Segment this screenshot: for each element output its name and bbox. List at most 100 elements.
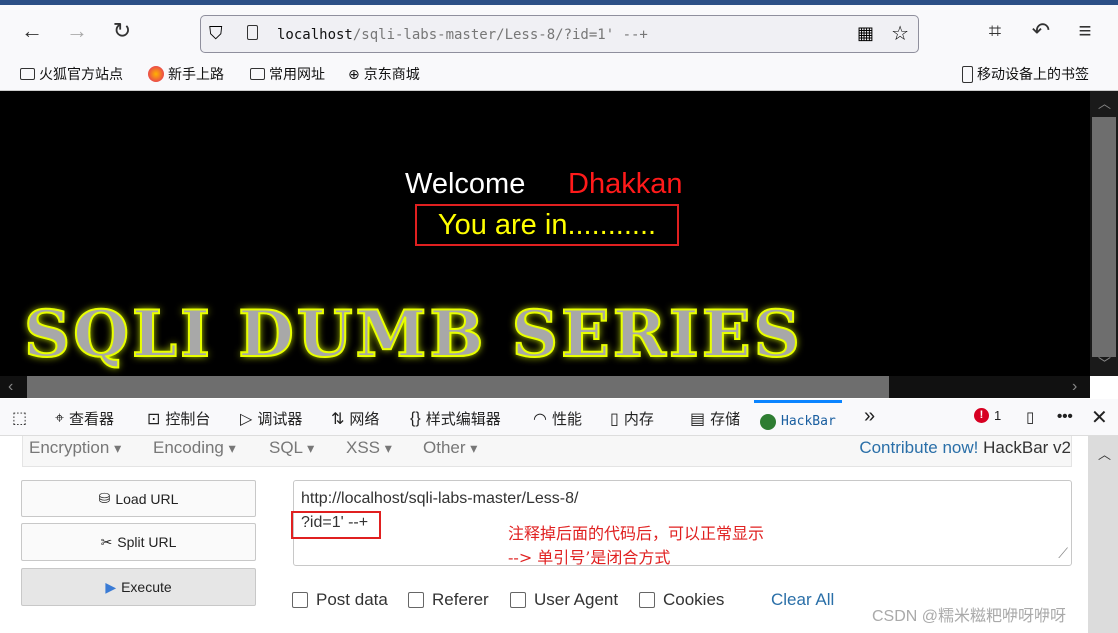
folder-icon [250,68,265,80]
element-picker-icon[interactable]: ⬚ [12,408,27,428]
more-tabs-icon[interactable]: » [864,405,875,428]
tab-debugger[interactable]: ▷ 调试器 [240,408,302,429]
qrcode-icon[interactable]: ▦ [857,23,874,44]
bookmark-label: 常用网址 [269,66,325,82]
storage-icon: ▤ [690,410,706,428]
tab-label: 查看器 [69,411,115,428]
checkbox-label: Cookies [663,590,725,609]
reload-icon[interactable]: ↻ [109,19,135,43]
close-icon[interactable]: ✕ [1091,405,1108,430]
console-icon: ⊡ [147,410,161,428]
menu-label: Encoding [153,438,224,457]
user-agent-checkbox[interactable]: User Agent [510,590,618,610]
button-label: Split URL [117,534,177,550]
bookmark-item[interactable]: 新手上路 [148,64,224,84]
debugger-icon: ▷ [240,410,253,428]
tab-performance[interactable]: ◠ 性能 [533,408,582,429]
tab-label: 性能 [551,411,582,428]
back-icon[interactable]: ← [19,19,45,43]
network-icon: ⇅ [331,410,345,428]
load-url-button[interactable]: ⛁ Load URL [21,480,256,517]
menu-label: Encryption [29,438,110,457]
horizontal-scroll-thumb[interactable] [27,376,889,398]
status-message: You are in........... [415,204,679,246]
user-name: Dhakkan [568,168,683,200]
cookies-checkbox[interactable]: Cookies [639,590,724,610]
braces-icon: {} [410,409,421,427]
menu-encryption[interactable]: Encryption ▾ [29,438,121,458]
referer-checkbox[interactable]: Referer [408,590,489,610]
menu-other[interactable]: Other ▾ [423,438,477,458]
bookmark-label: 火狐官方站点 [39,66,123,82]
bookmark-label: 京东商城 [363,66,420,82]
split-url-button[interactable]: ✂ Split URL [21,523,256,561]
checkbox-label: Referer [432,590,489,609]
tab-console[interactable]: ⊡ 控制台 [147,408,210,429]
hackbar-menu: Encryption ▾ Encoding ▾ SQL ▾ XSS ▾ Othe… [22,436,1072,467]
checkbox-label: User Agent [534,590,619,609]
tab-label: 调试器 [257,411,303,428]
error-icon: ! [974,408,989,423]
folder-icon [20,68,35,80]
checkbox-label: Post data [316,590,388,609]
bookmark-item[interactable]: 常用网址 [250,64,325,84]
tab-label: 网络 [349,411,380,428]
play-icon: ▶ [105,578,117,595]
url-line-1: http://localhost/sqli-labs-master/Less-8… [301,490,579,507]
star-icon[interactable]: ☆ [891,21,909,46]
tab-inspector[interactable]: ⌖ 查看器 [55,408,114,429]
tab-label: 存储 [710,411,741,428]
error-count[interactable]: ! 1 [974,408,1001,423]
page-icon [247,25,258,40]
menu-sql[interactable]: SQL ▾ [269,438,314,458]
devtools-toolbar: ⬚ ⌖ 查看器 ⊡ 控制台 ▷ 调试器 ⇅ 网络 {} 样式编辑器 ◠ 性能 ▯ 内存 ▤ 存储… [0,399,1118,436]
menu-xss[interactable]: XSS ▾ [346,438,392,458]
tab-network[interactable]: ⇅ 网络 [331,408,379,429]
tab-storage[interactable]: ▤ 存储 [690,408,740,429]
watermark: CSDN @糯米糍粑咿呀咿呀 [872,608,1067,625]
vertical-scroll-thumb[interactable] [1092,117,1116,357]
mobile-bookmarks[interactable]: 移动设备上的书签 [962,64,1089,84]
menu-icon[interactable]: ≡ [1072,19,1098,43]
firefox-icon [148,66,164,82]
more-options-icon[interactable]: ••• [1057,408,1073,425]
gauge-icon: ◠ [533,410,547,428]
bookmark-label: 新手上路 [168,66,224,82]
tab-label: HackBar [781,414,836,429]
crop-icon[interactable]: ⌗ [982,19,1008,43]
hackbar-scrollbar[interactable]: ︿ [1088,436,1118,633]
url-host: localhost [277,27,353,43]
bookmark-item[interactable]: 火狐官方站点 [20,64,123,84]
url-bar[interactable]: ⛉ localhost/sqli-labs-master/Less-8/?id=… [200,15,919,53]
hackbar-icon [760,413,776,430]
forward-icon[interactable]: → [64,19,90,43]
clear-all-link[interactable]: Clear All [771,590,834,610]
tab-label: 样式编辑器 [425,411,501,428]
scissors-icon: ✂ [100,533,113,550]
menu-label: SQL [269,438,303,457]
globe-icon: ⊕ [348,65,360,82]
undo-icon[interactable]: ↶ [1028,19,1054,43]
error-count-label: 1 [994,408,1002,423]
memory-icon: ▯ [610,410,619,428]
load-icon: ⛁ [98,490,111,506]
contribute-link[interactable]: Contribute now! [859,438,978,457]
tab-memory[interactable]: ▯ 内存 [610,408,654,429]
nav-bar: ← → ↻ ⛉ localhost/sqli-labs-master/Less-… [0,5,1118,57]
execute-button[interactable]: ▶ Execute [21,568,256,606]
hackbar-version: HackBar v2 [983,438,1071,457]
menu-label: Other [423,438,466,457]
url-path: /sqli-labs-master/Less-8/?id=1' --+ [352,27,648,43]
tab-hackbar[interactable]: HackBar [754,400,842,435]
tab-style-editor[interactable]: {} 样式编辑器 [410,408,501,429]
bookmark-label: 移动设备上的书签 [977,66,1089,82]
menu-label: XSS [346,438,381,457]
responsive-icon[interactable]: ▯ [1026,408,1034,426]
menu-encoding[interactable]: Encoding ▾ [153,438,236,458]
post-data-checkbox[interactable]: Post data [292,590,388,610]
banner-logo: SQLI DUMB SERIES [23,297,803,372]
tab-label: 内存 [623,411,654,428]
bookmark-item[interactable]: ⊕ 京东商城 [348,64,420,84]
resize-handle-icon[interactable]: ⟋ [1058,541,1068,565]
annotation-note: 注释掉后面的代码后，可以正常显示 [508,524,765,543]
